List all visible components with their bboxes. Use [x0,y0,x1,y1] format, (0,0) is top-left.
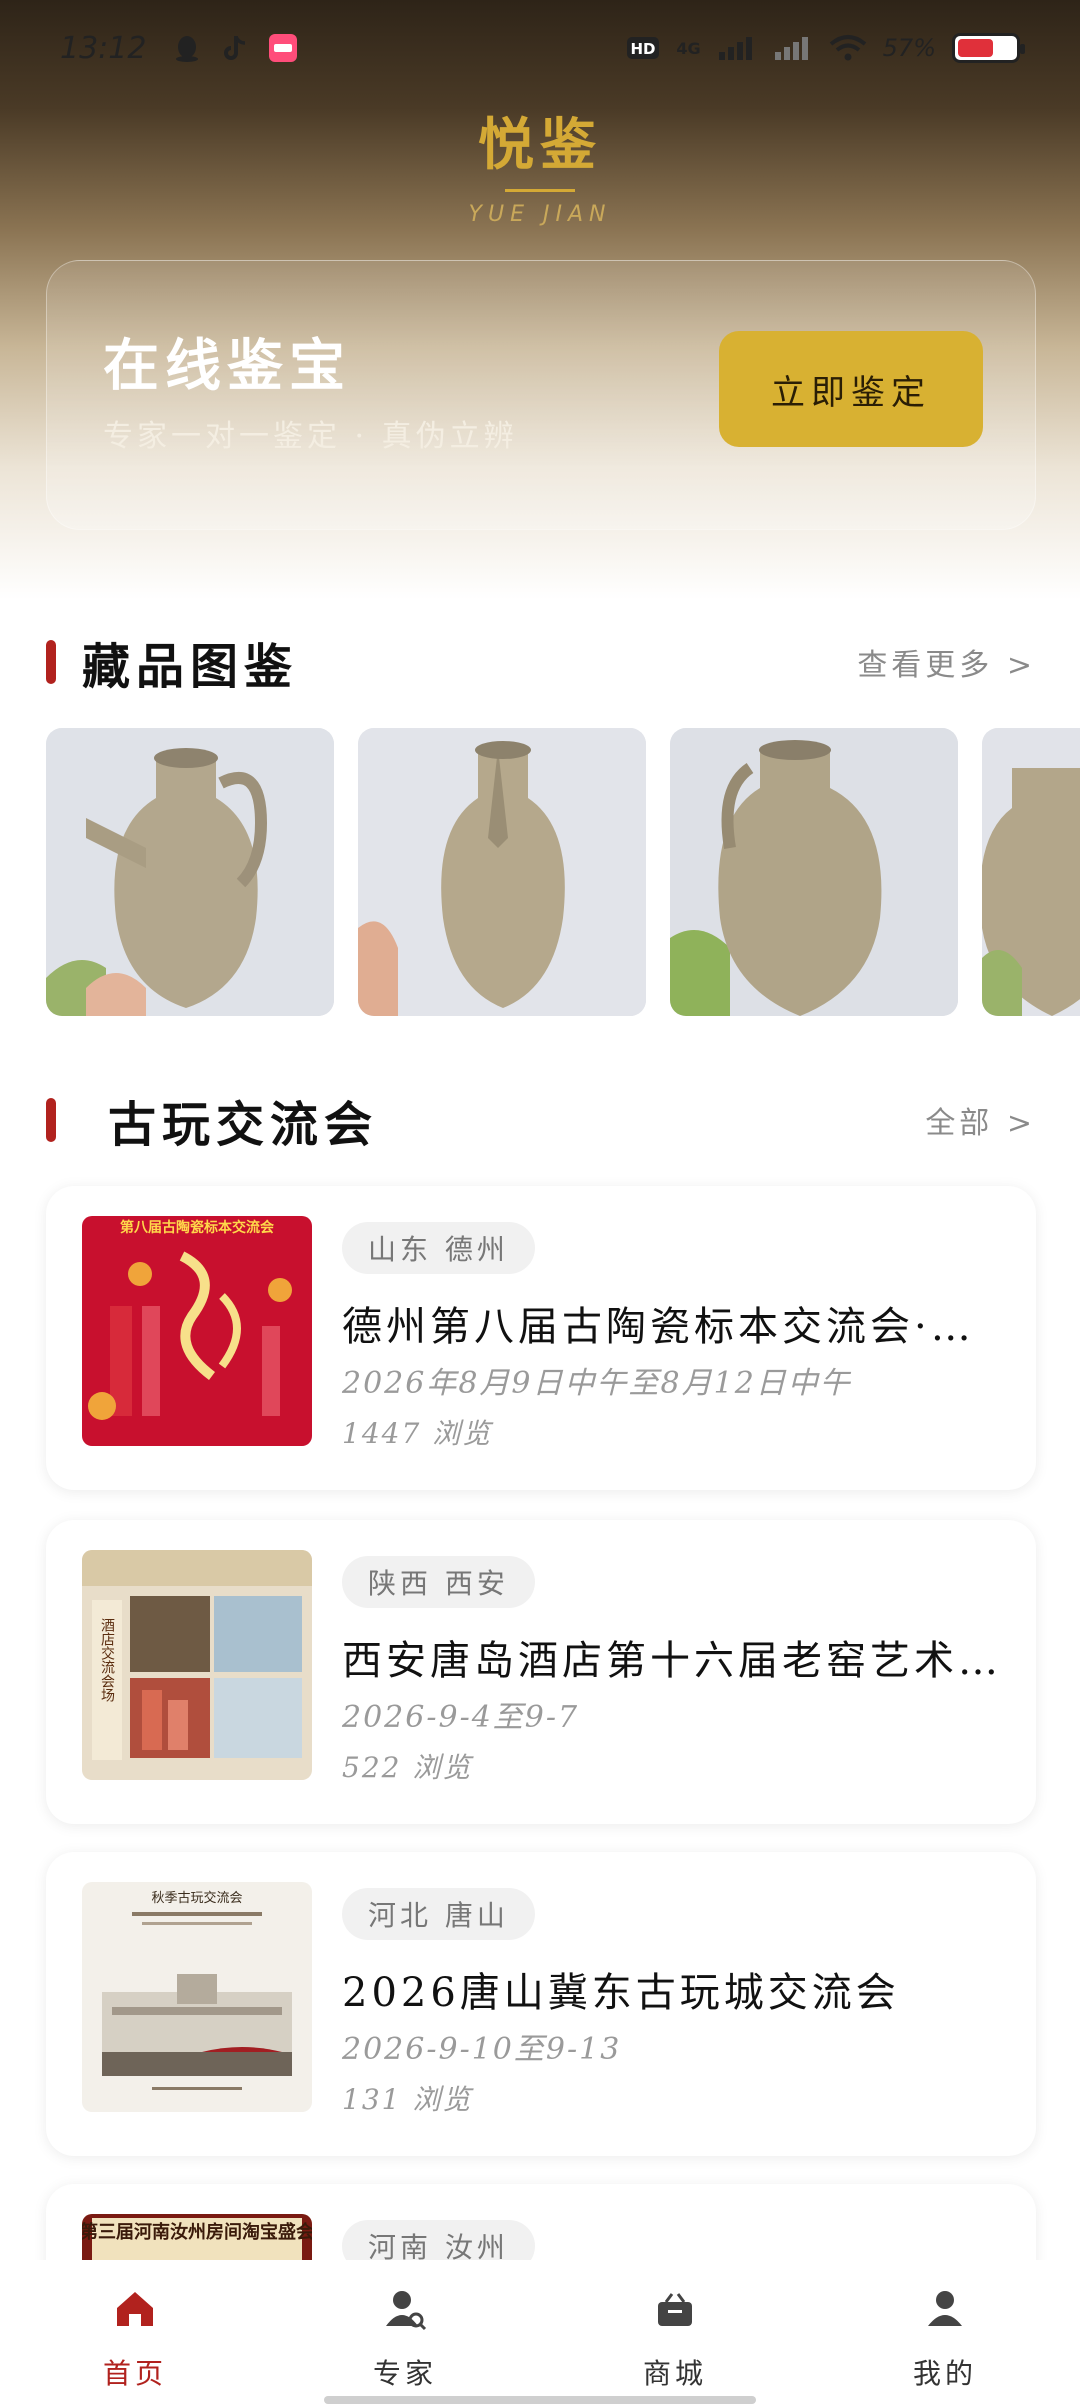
event-title: 2026唐山冀东古玩城交流会 [342,1970,900,2016]
event-views: 131 浏览 [342,2083,473,2116]
wifi-icon [829,35,866,61]
event-poster: 酒店交流会场 [82,1550,312,1780]
collection-item[interactable] [46,728,334,1016]
poster-image-icon: 秋季古玩交流会 [82,1882,312,2112]
section-accent-bar [46,1098,56,1142]
poster-caption: 第八届古陶瓷标本交流会 [120,1219,275,1236]
collection-item[interactable] [670,728,958,1016]
event-card[interactable]: 秋季古玩交流会 河北 唐山 2026唐山冀东古玩城交流会 2026-9-10至9… [46,1852,1036,2156]
app-icon [269,34,298,62]
exchange-title: 古玩交流会 [108,1097,379,1153]
section-accent-bar [46,640,56,684]
event-poster: 第八届古陶瓷标本交流会 [82,1216,312,1446]
ewer-photo-icon [46,728,334,1016]
collection-item[interactable] [358,728,646,1016]
network-label: 4G [676,38,701,58]
view-all-link[interactable]: 全部 > [925,1098,1036,1142]
nav-label-shop: 商城 [642,2357,707,2390]
home-indicator[interactable] [324,2396,756,2404]
brand-name-cn: 悦鉴 [478,112,602,178]
svg-text:HD: HD [631,40,656,58]
online-appraisal-card[interactable]: 在线鉴宝 专家一对一鉴定 · 真伪立辨 立即鉴定 [46,260,1036,530]
event-title: 西安唐岛酒店第十六届老窑艺术品交流会 [342,1638,1002,1684]
status-time: 13:12 [60,30,147,66]
hero-subtitle: 专家一对一鉴定 · 真伪立辨 [103,419,518,454]
battery-percent: 57% [882,34,936,62]
nav-label-profile: 我的 [912,2357,977,2390]
expert-icon [386,2291,427,2331]
signal-2-icon [774,37,808,60]
brand-name-en: YUE JIAN [468,202,612,227]
event-date: 2026-9-10至9-13 [342,2032,622,2067]
hero-title: 在线鉴宝 [103,333,351,399]
poster-image-icon: 第八届古陶瓷标本交流会 [82,1216,312,1446]
status-app-icons [172,33,298,63]
nav-label-home: 首页 [102,2357,167,2390]
event-title: 德州第八届古陶瓷标本交流会·老窑瓷器收藏鉴赏 [342,1304,1002,1350]
tiktok-icon [224,36,246,60]
qq-icon [176,36,199,62]
event-poster: 秋季古玩交流会 [82,1882,312,2112]
home-icon [117,2292,153,2326]
event-date: 2026-9-4至9-7 [342,1700,580,1735]
event-card[interactable]: 酒店交流会场 陕西 西安 西安唐岛酒店第十六届老窑艺术品交流会 2026-9-4… [46,1520,1036,1824]
poster-caption: 第三届河南汝州房间淘宝盛会 [82,2221,312,2243]
bottom-navigation: 首页 专家 商城 我的 [0,2260,1080,2408]
poster-image-icon: 酒店交流会场 [82,1550,312,1780]
profile-icon [928,2291,962,2326]
nav-shop[interactable]: 商城 [540,2260,810,2408]
ewer-photo-icon [670,728,958,1016]
collection-title: 藏品图鉴 [82,639,299,695]
collection-gallery[interactable] [46,728,1080,1016]
nav-expert[interactable]: 专家 [270,2260,540,2408]
event-location-tag: 山东 德州 [342,1222,535,1274]
event-date: 2026年8月9日中午至8月12日中午 [342,1366,852,1401]
event-views: 1447 浏览 [342,1417,493,1450]
event-views: 522 浏览 [342,1751,473,1784]
hd-icon: HD [627,37,660,59]
nav-label-expert: 专家 [372,2357,437,2390]
view-more-link[interactable]: 查看更多 > [857,640,1036,684]
status-bar: 13:12 HD 4G 57% [0,0,1080,96]
event-location-tag: 陕西 西安 [342,1556,535,1608]
event-location-tag: 河北 唐山 [342,1888,535,1940]
battery-icon [952,33,1025,63]
poster-caption: 秋季古玩交流会 [151,1890,242,1906]
brand-logo: 悦鉴 YUE JIAN [0,100,1080,227]
ewer-photo-icon [982,728,1080,1016]
exchange-section-header: 古玩交流会 全部 > [46,1090,1036,1153]
nav-home[interactable]: 首页 [0,2260,270,2408]
shop-icon [658,2293,692,2326]
event-card[interactable]: 第八届古陶瓷标本交流会 山东 德州 德州第八届古陶瓷标本交流会·老窑瓷器收藏鉴赏… [46,1186,1036,1490]
nav-profile[interactable]: 我的 [810,2260,1080,2408]
collection-item[interactable] [982,728,1080,1016]
ewer-photo-icon [358,728,646,1016]
status-right: HD 4G 57% [626,33,1025,63]
signal-icon [718,37,752,60]
collection-section-header: 藏品图鉴 查看更多 > [46,632,1036,695]
appraise-now-button[interactable]: 立即鉴定 [719,331,983,447]
brand-divider [505,189,575,192]
poster-caption: 酒店交流会场 [99,1618,115,1703]
